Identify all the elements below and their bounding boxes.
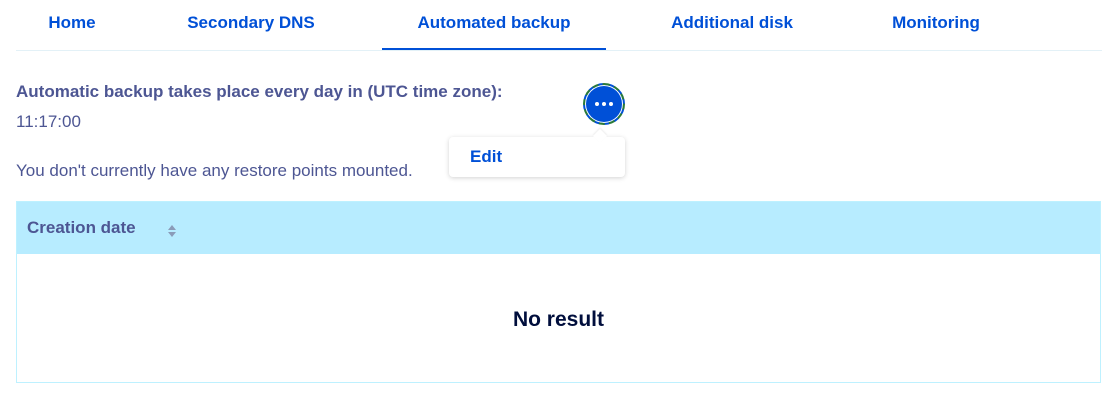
backup-actions-button[interactable]: [583, 83, 625, 125]
tab-secondary-dns[interactable]: Secondary DNS: [178, 0, 324, 49]
backup-time-value: 11:17:00: [16, 112, 81, 131]
tab-bar: Home Secondary DNS Automated backup Addi…: [16, 0, 1102, 51]
tab-additional-disk[interactable]: Additional disk: [656, 0, 808, 49]
backup-schedule-label: Automatic backup takes place every day i…: [16, 82, 503, 101]
edit-menu-item[interactable]: Edit: [470, 147, 502, 167]
actions-dropdown-menu: Edit: [449, 137, 625, 177]
restore-points-message: You don't currently have any restore poi…: [16, 161, 413, 180]
tab-home[interactable]: Home: [36, 0, 108, 49]
restore-points-table: Creation date No result: [16, 201, 1101, 383]
empty-table-message: No result: [512, 308, 604, 331]
ellipsis-icon: [595, 102, 613, 106]
tab-automated-backup[interactable]: Automated backup: [382, 0, 606, 50]
sort-icon[interactable]: [167, 223, 177, 239]
column-header-creation-date[interactable]: Creation date: [27, 218, 136, 238]
table-header: Creation date: [17, 202, 1100, 254]
tab-monitoring[interactable]: Monitoring: [876, 0, 996, 49]
